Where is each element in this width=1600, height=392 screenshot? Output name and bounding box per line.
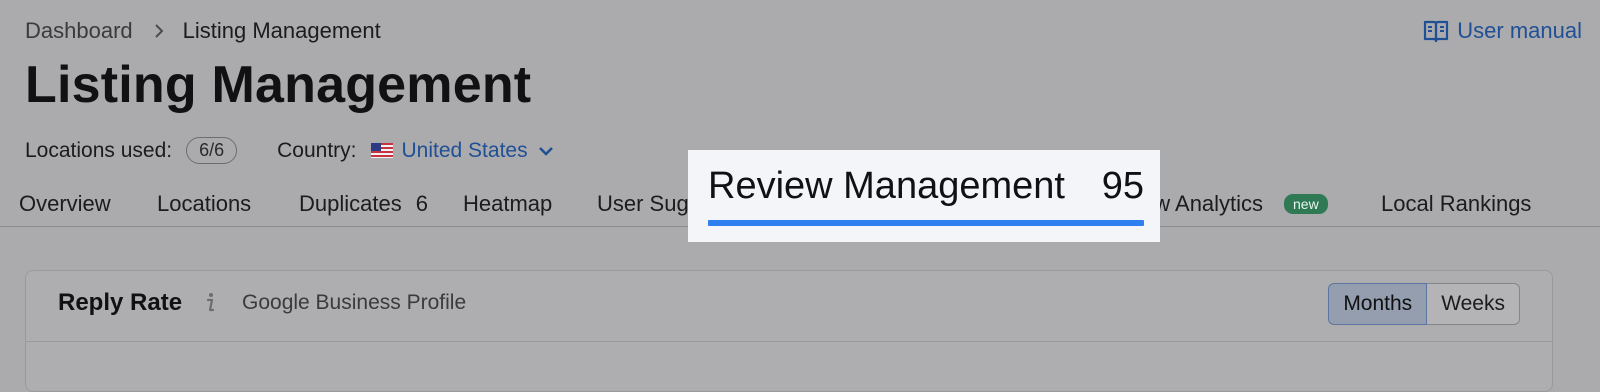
tab-review-management[interactable]: Review Management 95	[688, 150, 1160, 242]
tab-review-management-label: Review Management	[708, 165, 1065, 207]
chevron-down-icon[interactable]	[538, 145, 554, 157]
tab-overview[interactable]: Overview	[19, 191, 111, 217]
reply-rate-card: Reply Rate Google Business Profile Month…	[25, 270, 1553, 392]
info-icon[interactable]	[204, 291, 216, 313]
locations-used-label: Locations used:	[25, 138, 173, 162]
breadcrumb-dashboard-link[interactable]: Dashboard	[25, 18, 133, 44]
country-label: Country:	[277, 138, 357, 162]
tab-duplicates-count: 6	[415, 191, 428, 216]
period-toggle: Months Weeks	[1328, 283, 1520, 325]
card-subtitle: Google Business Profile	[242, 291, 467, 314]
new-badge: new	[1284, 194, 1328, 214]
book-icon	[1424, 20, 1449, 43]
active-tab-underline	[708, 220, 1144, 226]
user-manual-link[interactable]: User manual	[1423, 18, 1582, 44]
tab-local-rankings[interactable]: Local Rankings	[1381, 191, 1531, 217]
card-title: Reply Rate	[58, 289, 183, 316]
country-select[interactable]: United States	[402, 139, 528, 163]
page-title: Listing Management	[25, 56, 532, 114]
tab-user-suggestions[interactable]: User Sug	[597, 191, 689, 217]
meta-row: Locations used: 6/6 Country: United Stat…	[25, 137, 554, 164]
tab-heatmap[interactable]: Heatmap	[463, 191, 552, 217]
tab-duplicates[interactable]: Duplicates 6	[299, 191, 428, 217]
tab-review-analytics[interactable]: ew Analytics	[1142, 191, 1263, 217]
breadcrumb-current: Listing Management	[182, 18, 381, 43]
weeks-button[interactable]: Weeks	[1427, 283, 1520, 325]
us-flag-icon	[370, 143, 393, 158]
tab-locations[interactable]: Locations	[157, 191, 251, 217]
chevron-right-icon	[153, 23, 165, 39]
tab-review-management-count: 95	[1101, 165, 1144, 207]
user-manual-label: User manual	[1457, 18, 1582, 43]
locations-used-badge: 6/6	[186, 137, 238, 164]
card-header: Reply Rate Google Business Profile Month…	[26, 271, 1552, 342]
months-button[interactable]: Months	[1328, 283, 1428, 325]
tab-duplicates-label: Duplicates	[299, 191, 402, 216]
breadcrumb: Dashboard Listing Management	[25, 18, 381, 44]
